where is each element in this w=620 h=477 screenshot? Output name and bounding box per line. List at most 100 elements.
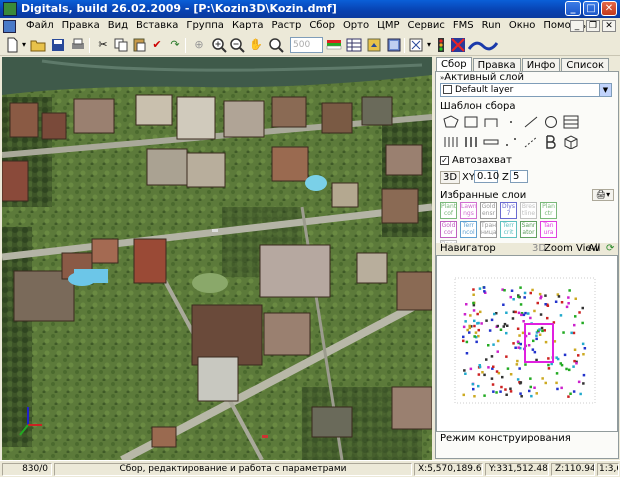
tab-edit[interactable]: Правка	[472, 58, 521, 71]
3d-toggle-button[interactable]: 3D	[440, 171, 461, 184]
redo-icon[interactable]: ↷	[167, 37, 183, 53]
tmpl-bar-icon[interactable]	[482, 134, 500, 150]
tmpl-line-icon[interactable]	[522, 114, 540, 130]
navigator-feature-dot	[462, 325, 466, 329]
xy-tolerance-input[interactable]: 0.10	[474, 170, 499, 183]
tab-info[interactable]: Инфо	[521, 58, 561, 71]
layers-icon[interactable]	[386, 37, 402, 53]
tmpl-wall-icon[interactable]	[462, 134, 480, 150]
menu-item-6[interactable]: Растр	[267, 20, 305, 31]
stereo-icon[interactable]	[450, 37, 466, 53]
navigator-feature-dot	[536, 301, 539, 305]
paste-icon[interactable]	[131, 37, 147, 53]
document-icon[interactable]	[3, 20, 16, 33]
fav-layers-menu-button[interactable]: 🖨▾	[592, 189, 614, 201]
layer-checkbox[interactable]	[443, 85, 452, 94]
tmpl-hatch-icon[interactable]	[562, 114, 580, 130]
favorite-layer-button[interactable]: Gold ensr	[480, 202, 497, 219]
traffic-light-icon[interactable]	[433, 37, 449, 53]
menu-item-12[interactable]: Run	[478, 20, 505, 31]
menu-item-4[interactable]: Группа	[182, 20, 228, 31]
menu-item-3[interactable]: Вставка	[132, 20, 182, 31]
export-icon[interactable]	[366, 37, 382, 53]
menu-item-2[interactable]: Вид	[104, 20, 132, 31]
favorite-layer-button[interactable]: Gold cor	[440, 221, 457, 238]
navigator-all-button[interactable]: All	[588, 243, 600, 254]
tab-collect[interactable]: Сбор	[436, 57, 472, 71]
navigator-label: Навигатор	[440, 243, 496, 254]
refresh-icon[interactable]: ⟳	[606, 243, 614, 254]
menu-item-13[interactable]: Окно	[505, 20, 540, 31]
tab-list[interactable]: Список	[561, 58, 610, 71]
tmpl-circle-icon[interactable]	[542, 114, 560, 130]
flag-layers-icon[interactable]	[326, 37, 342, 53]
navigator-feature-dot	[533, 309, 536, 313]
copy-icon[interactable]	[113, 37, 129, 53]
navigator-feature-dot	[463, 369, 466, 372]
tmpl-point-icon[interactable]	[502, 114, 520, 130]
tmpl-fence-icon[interactable]	[442, 134, 460, 150]
navigator-feature-dot	[573, 348, 577, 351]
favorite-layer-button[interactable]: Plan ctr	[540, 202, 557, 219]
navigator-view[interactable]	[436, 255, 618, 432]
navigator-feature-dot	[568, 289, 571, 292]
close-button[interactable]: ✕	[601, 1, 617, 16]
tmpl-corner-icon[interactable]	[482, 114, 500, 130]
accept-check-icon[interactable]: ✔	[149, 37, 165, 53]
orthophoto-image[interactable]	[2, 57, 432, 460]
menu-item-0[interactable]: Файл	[22, 20, 58, 31]
favorite-layer-button[interactable]: Тран ница	[480, 221, 497, 238]
menu-item-7[interactable]: Сбор	[305, 20, 339, 31]
menu-item-10[interactable]: Сервис	[404, 20, 449, 31]
tmpl-dashline-icon[interactable]	[522, 134, 540, 150]
map-view[interactable]	[2, 57, 432, 460]
doc-close-button[interactable]: ✕	[602, 20, 616, 32]
active-layer-select[interactable]: Default layer ▼	[440, 83, 612, 97]
menu-item-1[interactable]: Правка	[58, 20, 104, 31]
favorite-layer-button[interactable]: Tan ura	[540, 221, 557, 238]
menu-item-8[interactable]: Орто	[339, 20, 373, 31]
navigator-feature-dot	[500, 385, 503, 389]
terrain-icon[interactable]	[468, 37, 498, 53]
zoom-input[interactable]: 500	[290, 37, 323, 53]
navigator-feature-dot	[560, 386, 563, 390]
chevron-down-icon[interactable]: ▼	[599, 84, 611, 96]
favorite-layer-button[interactable]: Sanr ator	[520, 221, 537, 238]
menu-item-5[interactable]: Карта	[228, 20, 268, 31]
tmpl-polygon-icon[interactable]	[442, 114, 460, 130]
doc-minimize-button[interactable]: _	[570, 20, 584, 32]
favorite-layer-button[interactable]: Lawn ngs	[460, 202, 477, 219]
zoom-in-icon[interactable]	[211, 37, 227, 53]
tmpl-dotline-icon[interactable]	[502, 134, 520, 150]
print-icon[interactable]	[70, 37, 86, 53]
navigator-feature-dot	[483, 394, 486, 397]
save-icon[interactable]	[50, 37, 66, 53]
cut-icon[interactable]: ✂	[95, 37, 111, 53]
navigator-feature-dot	[540, 326, 544, 330]
doc-restore-button[interactable]: ❐	[586, 20, 600, 32]
title-bar[interactable]: Digitals, build 26.02.2009 - [P:\Kozin3D…	[0, 0, 620, 18]
tmpl-b-shape-icon[interactable]	[542, 134, 560, 150]
favorite-layer-button[interactable]: Terr crit	[500, 221, 517, 238]
autosnap-checkbox[interactable]: ✓	[440, 156, 449, 165]
favorite-layer-button[interactable]: Dlys 7	[500, 202, 517, 219]
menu-item-11[interactable]: FMS	[449, 20, 478, 31]
z-tolerance-input[interactable]: 5	[510, 170, 528, 183]
pan-hand-icon[interactable]: ✋	[248, 37, 264, 53]
zoom-scale-icon[interactable]	[268, 37, 284, 53]
favorite-layer-button[interactable]: Bres tline	[520, 202, 537, 219]
navigator-feature-dot	[505, 311, 508, 314]
minimize-button[interactable]: _	[565, 1, 581, 16]
favorite-layer-button[interactable]: Terr ncol	[460, 221, 477, 238]
favorite-layer-button[interactable]: Plant cof	[440, 202, 457, 219]
tmpl-rect-icon[interactable]	[462, 114, 480, 130]
navigator-feature-dot	[535, 334, 538, 337]
navigator-feature-dot	[491, 383, 495, 386]
tmpl-cube-icon[interactable]	[562, 134, 580, 150]
open-folder-icon[interactable]	[30, 37, 46, 53]
maximize-button[interactable]: □	[583, 1, 599, 16]
menu-item-9[interactable]: ЦМР	[373, 20, 403, 31]
table-icon[interactable]	[346, 37, 362, 53]
zoom-out-icon[interactable]	[229, 37, 245, 53]
crosshair-icon[interactable]: ⊕	[191, 37, 207, 53]
